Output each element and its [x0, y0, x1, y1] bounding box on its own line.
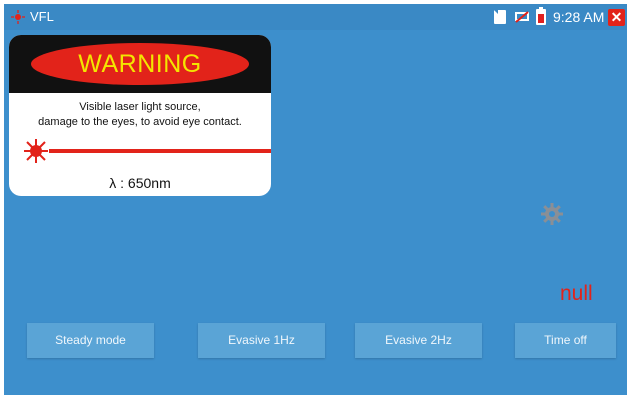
- steady-mode-button[interactable]: Steady mode: [27, 323, 154, 358]
- network-disconnected-icon: [515, 11, 529, 23]
- battery-charging-icon: [536, 7, 546, 25]
- time-off-button[interactable]: Time off: [515, 323, 616, 358]
- evasive-2hz-button[interactable]: Evasive 2Hz: [355, 323, 482, 358]
- warning-text-line2: damage to the eyes, to avoid eye contact…: [38, 116, 242, 128]
- evasive-1hz-button[interactable]: Evasive 1Hz: [198, 323, 325, 358]
- warning-title: WARNING: [78, 50, 202, 78]
- laser-app-icon: [11, 10, 25, 24]
- clock: 9:28 AM: [553, 9, 605, 25]
- app-title: VFL: [30, 9, 54, 24]
- close-icon[interactable]: ✕: [608, 9, 625, 26]
- laser-burst-icon: [24, 139, 48, 163]
- laser-warning-card: WARNING Visible laser light source, dama…: [9, 35, 271, 196]
- wavelength-label: λ : 650nm: [109, 175, 171, 191]
- laser-beam: [49, 149, 271, 153]
- vfl-screen: VFL 9:28 AM ✕ WARNING Visible laser ligh…: [4, 4, 627, 395]
- warning-oval: WARNING: [31, 43, 249, 85]
- status-bar: VFL 9:28 AM ✕: [4, 4, 627, 30]
- warning-text-line1: Visible laser light source,: [79, 101, 201, 113]
- status-value: null: [560, 282, 593, 305]
- warning-header: WARNING: [9, 35, 271, 93]
- gear-icon[interactable]: [540, 202, 564, 226]
- sim-card-icon: [494, 10, 506, 24]
